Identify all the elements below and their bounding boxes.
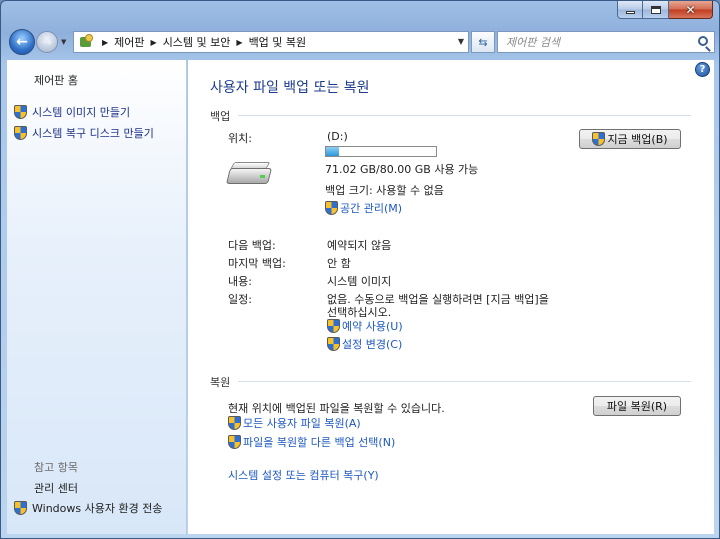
caption-buttons: ✕ [617,1,713,21]
last-backup-value: 안 함 [327,257,351,270]
address-bar[interactable]: ▶ 제어판 ▶ 시스템 및 보안 ▶ 백업 및 복원 ▼ [73,31,469,53]
uac-shield-icon [14,105,27,119]
restore-description: 현재 위치에 백업된 파일을 복원할 수 있습니다. [228,402,445,415]
turn-on-schedule-link[interactable]: 예약 사용(U) [327,318,403,334]
sidebar-easy-transfer[interactable]: Windows 사용자 환경 전송 [14,500,162,516]
restore-files-label: 파일 복원(R) [606,400,668,413]
manage-space-link[interactable]: 공간 관리(M) [325,200,402,216]
restore-all-users-link[interactable]: 모든 사용자 파일 복원(A) [228,415,361,431]
minimize-button[interactable] [617,1,643,19]
next-backup-value: 예약되지 않음 [327,239,392,252]
sidebar: 제어판 홈 시스템 이미지 만들기 시스템 복구 디스크 만들기 참고 항목 관… [7,60,187,534]
next-backup-label: 다음 백업: [228,239,276,252]
backup-size-text: 백업 크기: 사용할 수 없음 [325,184,444,197]
minimize-icon [625,11,635,14]
free-space-text: 71.02 GB/80.00 GB 사용 가능 [325,163,479,176]
sidebar-create-repair-disc[interactable]: 시스템 복구 디스크 만들기 [14,125,154,141]
backup-now-label: 지금 백업(B) [607,133,668,146]
turn-on-schedule-label: 예약 사용(U) [342,320,403,333]
arrow-right-icon: → [41,35,53,49]
back-button[interactable]: ← [9,29,35,55]
select-other-backup-link[interactable]: 파일을 복원할 다른 백업 선택(N) [228,434,395,450]
search-input[interactable]: 제어판 검색 [497,31,715,53]
window: ✕ ← → ▼ ▶ 제어판 ▶ 시스템 및 보안 ▶ 백업 및 복원 ▼ ⇆ 제… [0,0,720,539]
sidebar-task-label: 시스템 이미지 만들기 [32,106,131,119]
see-also-caption: 참고 항목 [34,461,78,474]
sidebar-task-label: 시스템 복구 디스크 만들기 [32,127,154,140]
search-placeholder: 제어판 검색 [506,36,561,49]
uac-shield-icon [14,126,27,140]
restore-section-heading: 복원 [210,376,231,389]
select-other-backup-label: 파일을 복원할 다른 백업 선택(N) [243,436,396,449]
location-value: (D:) [327,130,348,143]
main-content: ? 사용자 파일 백업 또는 복원 백업 위치: (D:) 71.02 GB/8… [188,60,714,534]
navigation-bar: ← → ▼ ▶ 제어판 ▶ 시스템 및 보안 ▶ 백업 및 복원 ▼ ⇆ 제어판… [7,29,715,57]
maximize-icon [650,5,661,14]
uac-shield-icon [228,435,241,449]
chevron-down-icon[interactable]: ▼ [458,37,464,46]
breadcrumb-control-panel[interactable]: 제어판 [114,34,144,50]
refresh-icon: ⇆ [478,35,488,49]
close-icon: ✕ [685,2,696,17]
backup-now-button[interactable]: 지금 백업(B) [579,129,681,149]
breadcrumb-backup-restore[interactable]: 백업 및 복원 [249,34,307,50]
schedule-label: 일정: [228,293,252,306]
forward-button[interactable]: → [36,31,58,53]
sidebar-home-link[interactable]: 제어판 홈 [34,72,78,88]
disk-usage-bar [325,146,437,157]
refresh-button[interactable]: ⇆ [471,31,495,53]
sidebar-create-system-image[interactable]: 시스템 이미지 만들기 [14,104,130,120]
backup-section-heading: 백업 [210,110,231,123]
sidebar-action-center[interactable]: 관리 센터 [34,480,78,496]
recover-system-link[interactable]: 시스템 설정 또는 컴퓨터 복구(Y) [228,467,379,483]
search-icon[interactable] [698,36,708,46]
maximize-button[interactable] [643,1,669,19]
contents-label: 내용: [228,275,252,288]
divider [238,381,691,382]
uac-shield-icon [228,416,241,430]
restore-files-button[interactable]: 파일 복원(R) [593,396,681,416]
breadcrumb-system-security[interactable]: 시스템 및 보안 [163,34,231,50]
last-backup-label: 마지막 백업: [228,257,286,270]
change-settings-label: 설정 변경(C) [342,338,403,351]
uac-shield-icon [327,337,340,351]
sidebar-task-label: Windows 사용자 환경 전송 [32,502,163,515]
page-title: 사용자 파일 백업 또는 복원 [210,80,370,96]
change-settings-link[interactable]: 설정 변경(C) [327,336,402,352]
uac-shield-icon [325,201,338,215]
uac-shield-icon [327,319,340,333]
control-panel-icon [78,34,96,50]
manage-space-label: 공간 관리(M) [340,202,403,215]
arrow-left-icon: ← [16,34,28,50]
uac-shield-icon [14,501,27,515]
recent-pages-dropdown[interactable]: ▼ [61,38,66,46]
recover-system-label: 시스템 설정 또는 컴퓨터 복구(Y) [228,469,379,482]
hard-drive-icon [226,160,272,190]
divider [238,115,691,116]
uac-shield-icon [592,132,606,146]
help-icon[interactable]: ? [695,62,710,77]
chevron-right-icon[interactable]: ▶ [151,38,157,47]
close-button[interactable]: ✕ [669,1,713,19]
chevron-right-icon[interactable]: ▶ [236,38,242,47]
location-label: 위치: [228,132,252,145]
restore-all-users-label: 모든 사용자 파일 복원(A) [243,417,361,430]
chevron-right-icon[interactable]: ▶ [102,38,108,47]
disk-usage-fill [326,147,340,156]
contents-value: 시스템 이미지 [327,275,392,288]
